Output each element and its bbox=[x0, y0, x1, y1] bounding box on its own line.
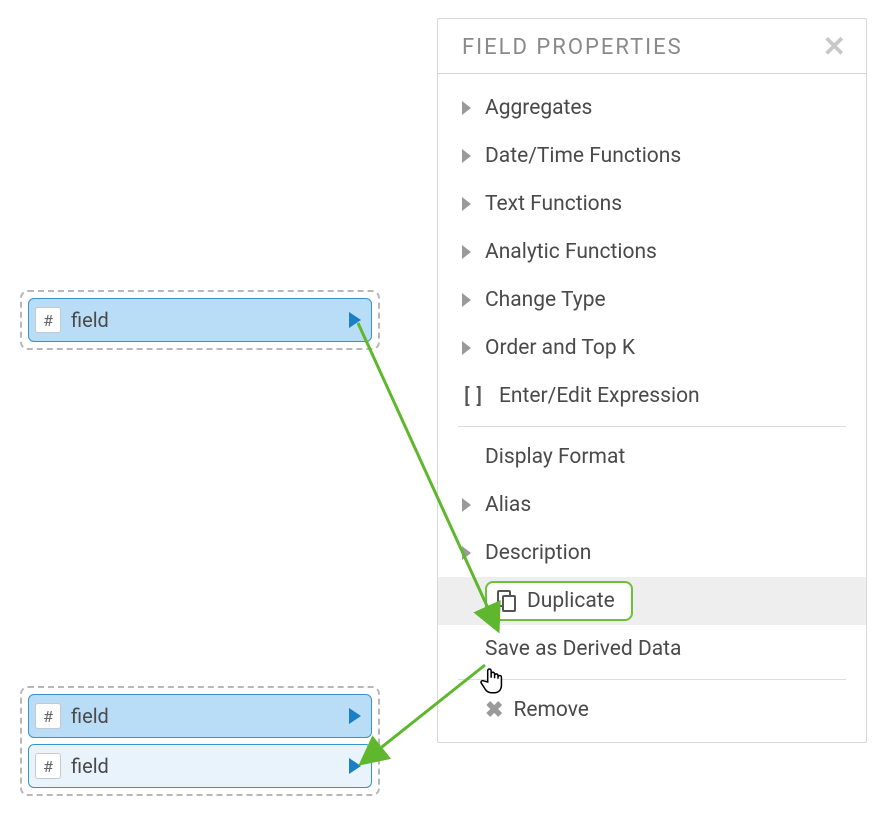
cursor-hand-icon bbox=[479, 667, 505, 697]
menu-item-analytic-functions[interactable]: Analytic Functions bbox=[438, 228, 866, 276]
type-icon-number: # bbox=[35, 753, 61, 779]
chevron-right-icon bbox=[462, 498, 471, 512]
menu-label: Enter/Edit Expression bbox=[499, 384, 700, 408]
brackets-icon: [ ] bbox=[462, 384, 485, 408]
menu-item-edit-expression[interactable]: [ ] Enter/Edit Expression bbox=[438, 372, 866, 420]
chevron-right-icon bbox=[462, 101, 471, 115]
menu-item-text-functions[interactable]: Text Functions bbox=[438, 180, 866, 228]
menu-label: Text Functions bbox=[485, 192, 622, 216]
separator bbox=[458, 426, 846, 427]
menu-label: Save as Derived Data bbox=[485, 637, 681, 661]
field-pill[interactable]: # field bbox=[28, 694, 372, 738]
menu-label: Display Format bbox=[485, 445, 625, 469]
pill-caret-icon[interactable] bbox=[349, 758, 361, 774]
field-pill-duplicate[interactable]: # field bbox=[28, 744, 372, 788]
chevron-right-icon bbox=[462, 149, 471, 163]
menu-label: Description bbox=[485, 541, 591, 565]
remove-icon: ✖ bbox=[485, 698, 503, 723]
chevron-right-icon bbox=[462, 245, 471, 259]
menu-label: Remove bbox=[513, 698, 589, 722]
field-shelf-before: # field bbox=[20, 290, 380, 350]
separator bbox=[458, 679, 846, 680]
chevron-right-icon bbox=[462, 293, 471, 307]
pill-caret-icon[interactable] bbox=[349, 312, 361, 328]
field-pill-label: field bbox=[71, 308, 109, 332]
copy-icon bbox=[497, 590, 517, 612]
chevron-right-icon bbox=[462, 197, 471, 211]
type-icon-number: # bbox=[35, 703, 61, 729]
menu-label: Change Type bbox=[485, 288, 606, 312]
menu-item-display-format[interactable]: Display Format bbox=[438, 433, 866, 481]
menu-item-save-derived[interactable]: Save as Derived Data bbox=[438, 625, 866, 673]
panel-title: FIELD PROPERTIES bbox=[462, 35, 683, 60]
menu-item-description[interactable]: Description bbox=[438, 529, 866, 577]
close-icon[interactable]: ✕ bbox=[823, 33, 846, 61]
menu-item-date-time-functions[interactable]: Date/Time Functions bbox=[438, 132, 866, 180]
menu-item-change-type[interactable]: Change Type bbox=[438, 276, 866, 324]
menu-item-aggregates[interactable]: Aggregates bbox=[438, 84, 866, 132]
panel-header: FIELD PROPERTIES ✕ bbox=[438, 19, 866, 74]
field-pill-label: field bbox=[71, 754, 109, 778]
menu-label: Analytic Functions bbox=[485, 240, 657, 264]
panel-body: Aggregates Date/Time Functions Text Func… bbox=[438, 74, 866, 742]
menu-item-order-top-k[interactable]: Order and Top K bbox=[438, 324, 866, 372]
type-icon-number: # bbox=[35, 307, 61, 333]
duplicate-button[interactable]: Duplicate bbox=[485, 581, 633, 621]
menu-label: Alias bbox=[485, 493, 531, 517]
field-pill-label: field bbox=[71, 704, 109, 728]
menu-label: Duplicate bbox=[527, 589, 615, 613]
field-pill[interactable]: # field bbox=[28, 298, 372, 342]
chevron-right-icon bbox=[462, 546, 471, 560]
menu-item-duplicate[interactable]: Duplicate bbox=[438, 577, 866, 625]
menu-label: Date/Time Functions bbox=[485, 144, 681, 168]
menu-label: Aggregates bbox=[485, 96, 592, 120]
field-properties-panel: FIELD PROPERTIES ✕ Aggregates Date/Time … bbox=[437, 18, 867, 743]
field-shelf-after: # field # field bbox=[20, 686, 380, 796]
menu-label: Order and Top K bbox=[485, 336, 635, 360]
pill-caret-icon[interactable] bbox=[349, 708, 361, 724]
menu-item-alias[interactable]: Alias bbox=[438, 481, 866, 529]
chevron-right-icon bbox=[462, 341, 471, 355]
